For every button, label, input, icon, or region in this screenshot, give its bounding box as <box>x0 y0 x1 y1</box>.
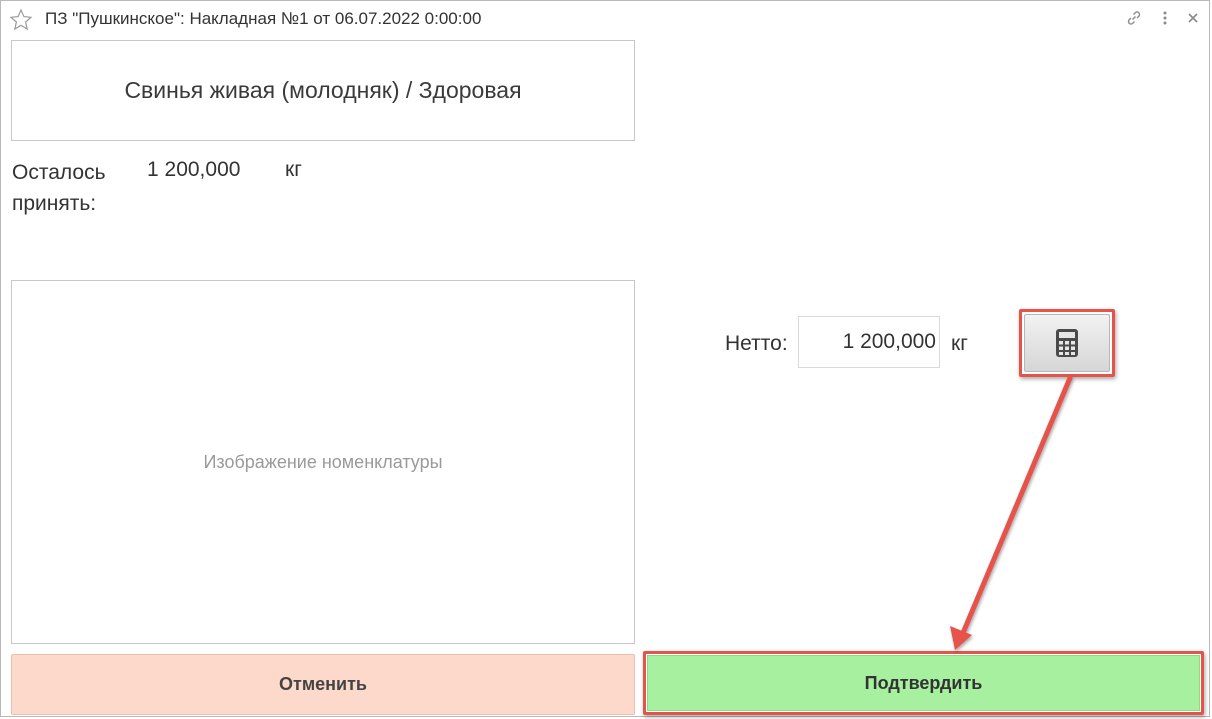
netto-input[interactable] <box>798 316 940 368</box>
image-placeholder-text: Изображение номенклатуры <box>203 451 443 472</box>
star-icon[interactable] <box>9 8 33 32</box>
cancel-button[interactable]: Отменить <box>11 654 635 715</box>
netto-label: Нетто: <box>725 332 788 355</box>
product-name-box: Свинья живая (молодняк) / Здоровая <box>11 40 635 141</box>
window-title: ПЗ "Пушкинское": Накладная №1 от 06.07.2… <box>45 9 482 28</box>
nomenclature-image: Изображение номенклатуры <box>11 280 635 644</box>
netto-unit: кг <box>951 332 968 355</box>
remaining-label: Осталось принять: <box>12 161 106 215</box>
calculator-icon <box>1056 329 1078 357</box>
remaining-value: 1 200,000 <box>147 158 241 181</box>
confirm-button-label: Подтвердить <box>864 672 983 693</box>
cancel-button-label: Отменить <box>279 674 367 694</box>
title-bar: ПЗ "Пушкинское": Накладная №1 от 06.07.2… <box>1 1 1211 35</box>
link-icon[interactable] <box>1125 9 1143 27</box>
confirm-button[interactable]: Подтвердить <box>647 655 1200 711</box>
calculator-button[interactable] <box>1024 314 1110 372</box>
product-name: Свинья живая (молодняк) / Здоровая <box>124 77 522 103</box>
remaining-unit: кг <box>285 158 302 181</box>
close-icon[interactable] <box>1184 9 1202 27</box>
more-icon[interactable] <box>1156 9 1174 27</box>
invoice-window: ПЗ "Пушкинское": Накладная №1 от 06.07.2… <box>0 0 1210 717</box>
